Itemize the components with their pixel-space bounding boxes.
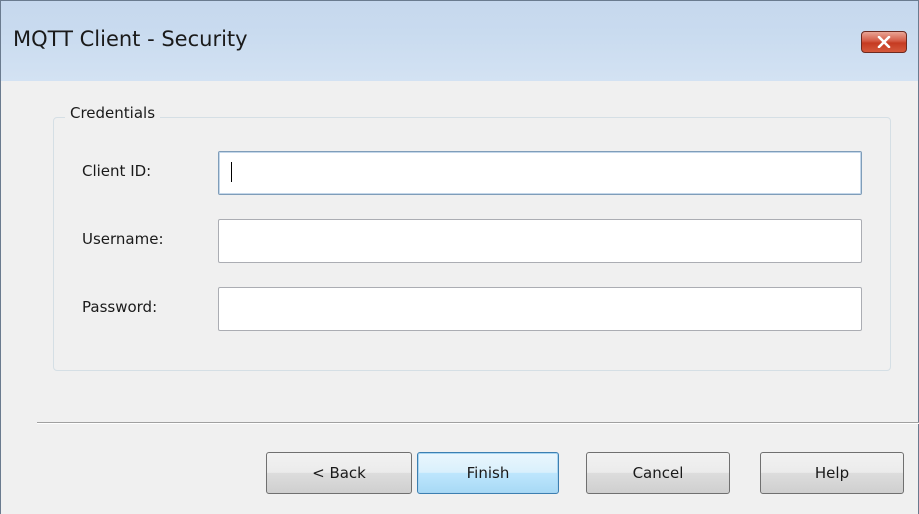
username-label: Username:: [82, 230, 164, 248]
finish-button[interactable]: Finish: [417, 452, 559, 494]
client-id-input[interactable]: [218, 151, 862, 195]
back-button[interactable]: < Back: [266, 452, 412, 494]
client-id-label: Client ID:: [82, 162, 152, 180]
username-input[interactable]: [218, 219, 862, 263]
close-button[interactable]: [861, 31, 907, 53]
text-caret: [231, 162, 232, 182]
cancel-button[interactable]: Cancel: [586, 452, 730, 494]
password-input[interactable]: [218, 287, 862, 331]
title-bar[interactable]: MQTT Client - Security: [1, 1, 918, 81]
password-label: Password:: [82, 298, 158, 316]
help-button[interactable]: Help: [760, 452, 904, 494]
dialog-body: Credentials Client ID: Username: Passwor…: [1, 81, 919, 514]
separator-line: [37, 422, 919, 424]
credentials-legend: Credentials: [65, 104, 161, 122]
credentials-group: Credentials Client ID: Username: Passwor…: [53, 104, 891, 371]
dialog-window: MQTT Client - Security Credentials Clien…: [0, 0, 919, 514]
window-title: MQTT Client - Security: [13, 27, 248, 51]
close-icon: [877, 36, 891, 48]
